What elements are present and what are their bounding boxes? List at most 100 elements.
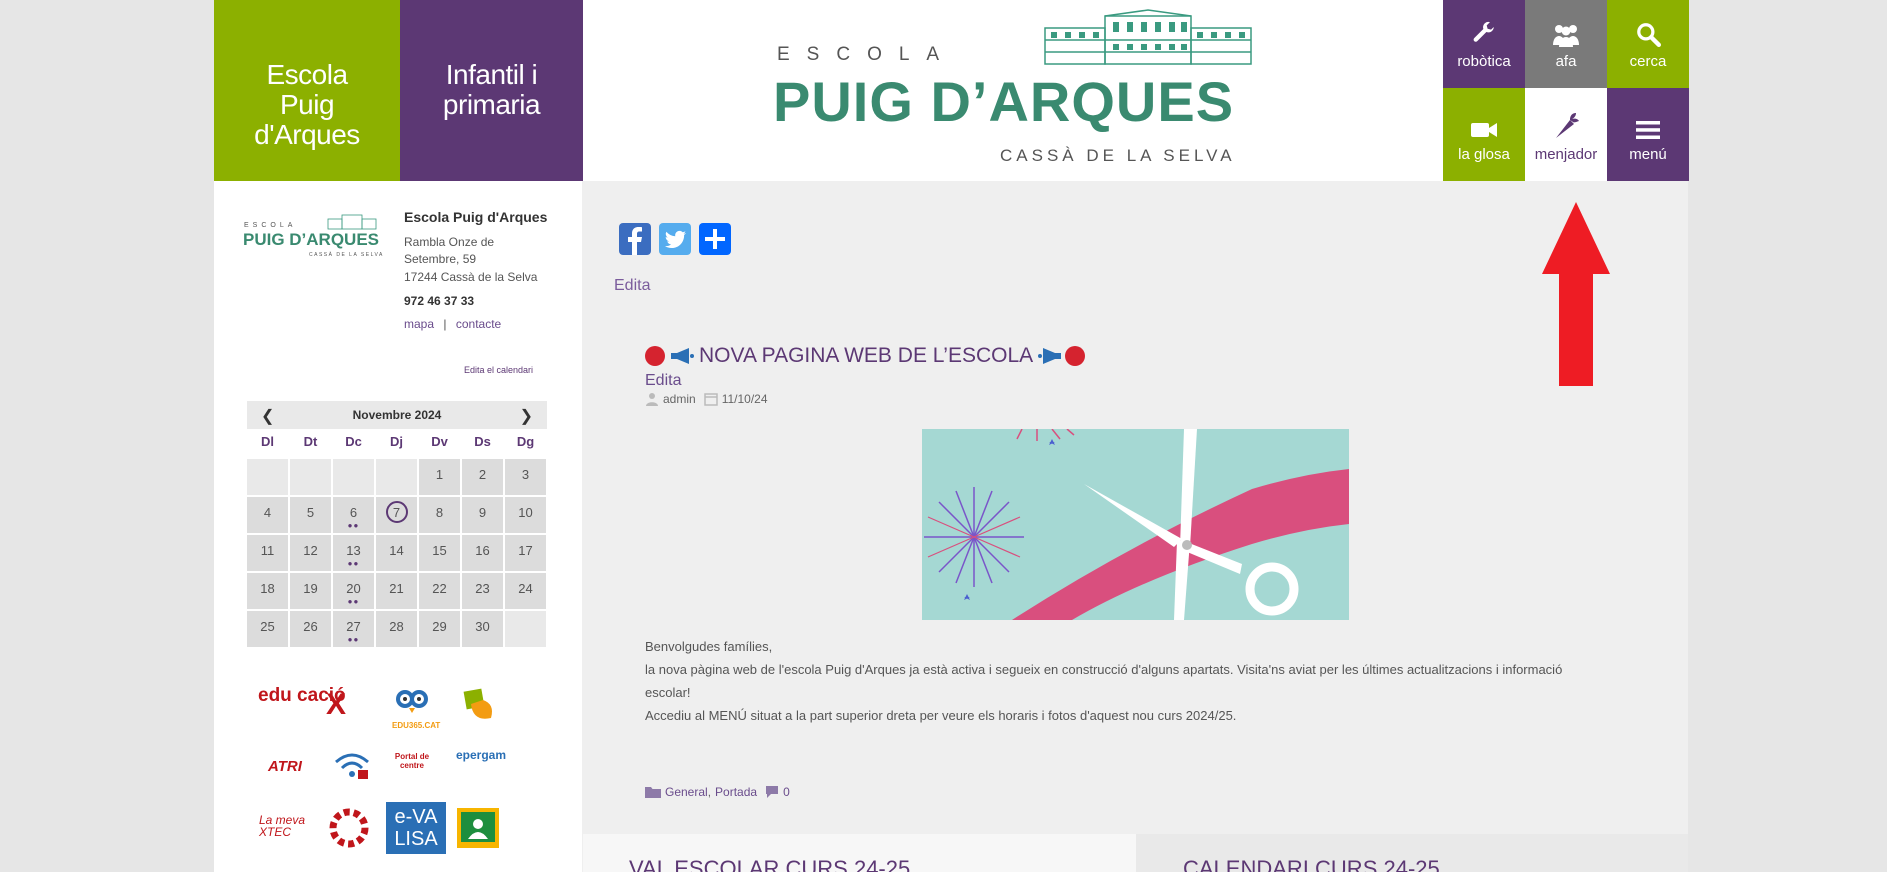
edit-top-link[interactable]: Edita <box>614 277 650 295</box>
calendar-day[interactable]: 20 ●● <box>333 573 374 609</box>
map-link[interactable]: mapa <box>404 317 434 331</box>
menjador-button[interactable]: menjador <box>1525 88 1607 181</box>
calendar-day[interactable]: 25 <box>247 611 288 647</box>
card-val-escolar-title: VAL ESCOLAR CURS 24-25 <box>629 856 911 872</box>
next-month-icon[interactable]: ❯ <box>520 406 533 426</box>
calendar-day[interactable]: 2 <box>462 459 503 495</box>
addtoany-share-button[interactable] <box>699 223 731 255</box>
facebook-share-button[interactable] <box>619 223 651 255</box>
category-general-link[interactable]: General <box>665 785 708 799</box>
calendar-day[interactable]: 15 <box>419 535 460 571</box>
calendar-empty-cell <box>247 459 288 495</box>
calendar-day[interactable]: 22 <box>419 573 460 609</box>
calendar-days: 1 2 3 4 5 6 ●● 7 8 9 10 11 12 13 ●● 14 15 16 17 18 19 20 ●● 21 2… <box>247 459 547 647</box>
twitter-icon <box>665 230 687 249</box>
edu365-link[interactable]: EDU365.CAT <box>392 686 440 730</box>
calendar-day[interactable]: 17 <box>505 535 546 571</box>
address-line-1: Rambla Onze de <box>404 235 495 249</box>
calendar-day[interactable]: 21 <box>376 573 417 609</box>
level-tile[interactable]: Infantil i primaria <box>400 0 583 181</box>
calendar-day[interactable]: 4 <box>247 497 288 533</box>
calendar-day-today[interactable]: 7 <box>376 497 417 533</box>
calendar-day[interactable]: 24 <box>505 573 546 609</box>
calendar-day[interactable]: 9 <box>462 497 503 533</box>
la-glosa-button[interactable]: la glosa <box>1443 88 1525 181</box>
calendar-day-number: 11 <box>260 543 275 558</box>
calendar-day-number: 24 <box>518 581 533 596</box>
category-portada-link[interactable]: Portada <box>715 785 757 799</box>
calendar-day[interactable]: 14 <box>376 535 417 571</box>
calendar-day[interactable]: 6 ●● <box>333 497 374 533</box>
calendar-day[interactable]: 26 <box>290 611 331 647</box>
wifi-lock-icon[interactable] <box>332 748 372 782</box>
weekday-header: Dg <box>516 434 535 449</box>
sidebar-logo[interactable]: ESCOLA PUIG D’ARQUES CASSÀ DE LA SELVA <box>243 213 383 259</box>
owl-icon <box>396 690 428 713</box>
logo-big-text: PUIG D’ARQUES <box>773 70 1235 133</box>
xtec-x-link[interactable]: X <box>326 688 346 722</box>
portal-centre-link[interactable]: Portal de centre <box>392 752 432 770</box>
calendar-day[interactable]: 1 <box>419 459 460 495</box>
phone-number: 972 46 37 33 <box>404 294 475 308</box>
twitter-share-button[interactable] <box>659 223 691 255</box>
wrench-icon <box>1473 21 1494 42</box>
weekday-header: Dv <box>431 434 448 449</box>
calendar-empty-cell <box>376 459 417 495</box>
hamburger-icon <box>1636 121 1660 139</box>
post-title-row[interactable]: NOVA PAGINA WEB DE L’ESCOLA <box>645 344 1086 368</box>
menjador-label: menjador <box>1534 146 1598 163</box>
post-title: NOVA PAGINA WEB DE L’ESCOLA <box>699 344 1034 367</box>
classroom-icon[interactable] <box>456 807 500 849</box>
school-name-tile[interactable]: Escola Puig d'Arques <box>214 0 400 181</box>
menu-button[interactable]: menú <box>1607 88 1689 181</box>
search-button[interactable]: cerca <box>1607 0 1689 88</box>
calendar-day[interactable]: 18 <box>247 573 288 609</box>
contact-link[interactable]: contacte <box>456 317 501 331</box>
comment-count[interactable]: 0 <box>783 785 790 799</box>
plus-icon <box>705 229 725 249</box>
afa-label: afa <box>1555 53 1577 70</box>
calendar-day[interactable]: 12 <box>290 535 331 571</box>
calendar-day[interactable]: 11 <box>247 535 288 571</box>
post-meta: admin 11/10/24 <box>645 392 768 406</box>
post-featured-image[interactable] <box>922 429 1349 620</box>
calendar-empty-cell <box>333 459 374 495</box>
puzzle-logo-icon[interactable] <box>463 688 495 724</box>
calendar-day-number: 22 <box>432 581 447 596</box>
edit-calendar-link[interactable]: Edita el calendari <box>464 365 533 375</box>
robotica-button[interactable]: robòtica <box>1443 0 1525 88</box>
calendar-day[interactable]: 13 ●● <box>333 535 374 571</box>
afa-button[interactable]: afa <box>1525 0 1607 88</box>
calendar-day[interactable]: 19 <box>290 573 331 609</box>
post-edit-link[interactable]: Edita <box>645 372 681 390</box>
calendar-day[interactable]: 8 <box>419 497 460 533</box>
calendar-day[interactable]: 23 <box>462 573 503 609</box>
calendar-day[interactable]: 16 <box>462 535 503 571</box>
calendar-day-number: 28 <box>389 619 404 634</box>
calendar-day-number: 29 <box>432 619 447 634</box>
calendar-day[interactable]: 5 <box>290 497 331 533</box>
calendar-day[interactable]: 30 <box>462 611 503 647</box>
meva-xtec-link[interactable]: La meva XTEC <box>259 814 319 838</box>
card-val-escolar[interactable]: VAL ESCOLAR CURS 24-25 <box>583 834 1136 872</box>
header-logo-area[interactable]: ESCOLA PUIG D’ARQUES CASSÀ DE LA SELVA <box>583 0 1443 181</box>
calendar-day[interactable]: 10 <box>505 497 546 533</box>
red-circle-icon <box>645 346 665 366</box>
card-calendari[interactable]: CALENDARI CURS 24-25 <box>1136 834 1688 872</box>
atri-link[interactable]: ATRI <box>268 758 302 775</box>
epergam-link[interactable]: epergam <box>456 748 506 762</box>
svg-text:ESCOLA: ESCOLA <box>244 222 296 229</box>
calendar-day[interactable]: 27 ●● <box>333 611 374 647</box>
calendar-day[interactable]: 29 <box>419 611 460 647</box>
weekday-header: Dj <box>390 434 403 449</box>
calendar-day[interactable]: 3 <box>505 459 546 495</box>
red-arrow-annotation <box>1542 202 1610 386</box>
calendar-day-number: 6 <box>349 505 358 520</box>
post-date: 11/10/24 <box>721 392 768 406</box>
evalisa-link[interactable]: e-VA LISA <box>386 802 446 854</box>
post-author[interactable]: admin <box>663 392 696 406</box>
svg-text:PUIG D’ARQUES: PUIG D’ARQUES <box>243 230 379 249</box>
calendar-day[interactable]: 28 <box>376 611 417 647</box>
dotted-ring-icon[interactable] <box>327 806 371 850</box>
calendar-day-number: 21 <box>389 581 404 596</box>
